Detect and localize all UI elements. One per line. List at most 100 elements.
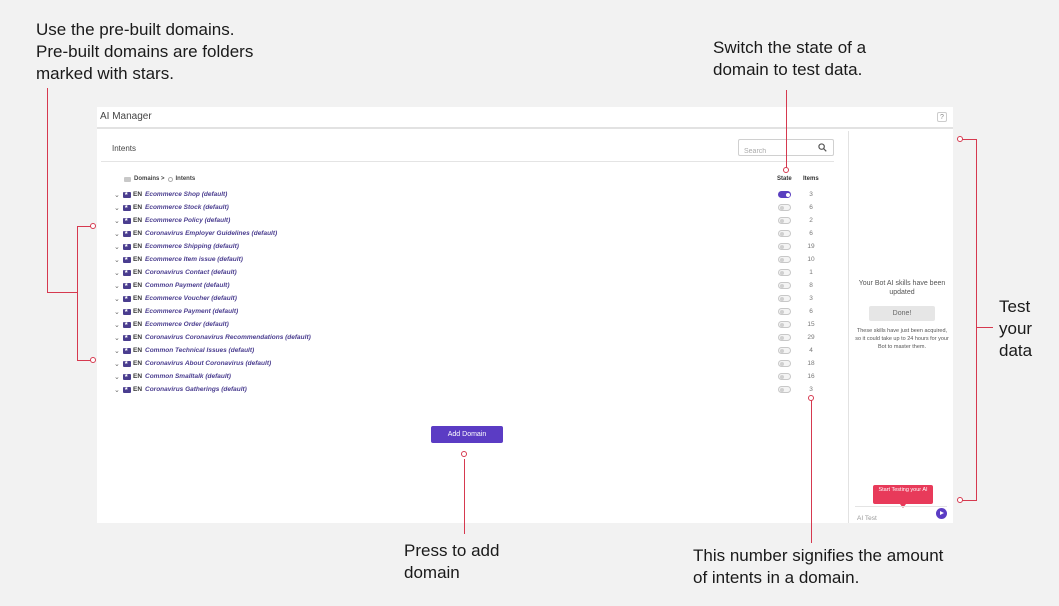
items-count: 6 [809,230,813,237]
state-toggle[interactable] [778,308,791,315]
search-input[interactable] [739,144,809,159]
chevron-down-icon[interactable]: ⌄ [114,257,120,264]
domain-row[interactable]: ⌄ ENCommon Payment (default) 8 [97,281,848,294]
domain-row[interactable]: ⌄ ENCoronavirus Coronavirus Recommendatio… [97,333,848,346]
items-count: 3 [809,386,813,393]
domain-row[interactable]: ⌄ ENEcommerce Order (default) 15 [97,320,848,333]
annotation-items-count: This number signifies the amount of inte… [693,546,944,587]
domain-row[interactable]: ⌄ ENCoronavirus About Coronavirus (defaul… [97,359,848,372]
domain-name[interactable]: Ecommerce Order (default) [145,321,229,328]
domain-language: EN [133,295,143,302]
state-toggle[interactable] [778,204,791,211]
state-toggle[interactable] [778,191,791,198]
chevron-down-icon[interactable]: ⌄ [114,374,120,381]
breadcrumb-intents[interactable]: Intents [176,176,196,182]
domain-row[interactable]: ⌄ ENEcommerce Item issue (default) 10 [97,255,848,268]
domain-name[interactable]: Common Smalltalk (default) [145,373,231,380]
done-button[interactable]: Done! [869,306,935,321]
annotation-test-data: Test your data [999,297,1033,360]
leader-line [47,88,48,293]
help-icon[interactable]: ? [937,112,947,122]
chevron-down-icon[interactable]: ⌄ [114,270,120,277]
domain-name[interactable]: Ecommerce Shop (default) [145,191,227,198]
breadcrumb-domains[interactable]: Domains > [134,176,165,182]
domain-name[interactable]: Ecommerce Policy (default) [145,217,230,224]
domain-row[interactable]: ⌄ ENEcommerce Shop (default) 3 [97,190,848,203]
star-folder-icon [123,346,131,354]
leader-dot [957,497,963,503]
column-header-state: State [777,176,792,182]
domain-name[interactable]: Common Technical Issues (default) [145,347,254,354]
domain-row[interactable]: ⌄ ENEcommerce Stock (default) 6 [97,203,848,216]
domain-row[interactable]: ⌄ ENCoronavirus Contact (default) 1 [97,268,848,281]
ai-test-input[interactable] [855,512,927,525]
domain-name[interactable]: Ecommerce Shipping (default) [145,243,239,250]
items-count: 6 [809,308,813,315]
ai-test-box [855,506,947,525]
state-toggle[interactable] [778,269,791,276]
column-header-items: Items [803,176,819,182]
state-toggle[interactable] [778,347,791,354]
domain-name[interactable]: Coronavirus About Coronavirus (default) [145,360,271,367]
chevron-down-icon[interactable]: ⌄ [114,309,120,316]
domain-row[interactable]: ⌄ ENCoronavirus Gatherings (default) 3 [97,385,848,398]
chevron-down-icon[interactable]: ⌄ [114,348,120,355]
domain-name[interactable]: Coronavirus Employer Guidelines (default… [145,230,277,237]
items-count: 1 [809,269,813,276]
domain-name[interactable]: Coronavirus Gatherings (default) [145,386,247,393]
items-count: 4 [809,347,813,354]
add-domain-button[interactable]: Add Domain [431,426,503,443]
domain-language: EN [133,217,143,224]
state-toggle[interactable] [778,256,791,263]
domain-name[interactable]: Ecommerce Payment (default) [145,308,238,315]
chevron-down-icon[interactable]: ⌄ [114,361,120,368]
state-toggle[interactable] [778,230,791,237]
leader-dot [90,223,96,229]
chevron-down-icon[interactable]: ⌄ [114,322,120,329]
domain-name[interactable]: Coronavirus Contact (default) [145,269,237,276]
domain-row[interactable]: ⌄ ENEcommerce Payment (default) 6 [97,307,848,320]
domain-row[interactable]: ⌄ ENEcommerce Policy (default) 2 [97,216,848,229]
domain-row[interactable]: ⌄ ENCommon Smalltalk (default) 16 [97,372,848,385]
state-toggle[interactable] [778,386,791,393]
domain-language: EN [133,308,143,315]
annotation-prebuilt: Use the pre-built domains. Pre-built dom… [36,20,254,83]
state-toggle[interactable] [778,282,791,289]
chevron-down-icon[interactable]: ⌄ [114,244,120,251]
domain-name[interactable]: Ecommerce Voucher (default) [145,295,237,302]
state-toggle[interactable] [778,243,791,250]
domain-language: EN [133,191,143,198]
items-count: 18 [807,360,815,367]
leader-line [77,226,91,227]
state-toggle[interactable] [778,295,791,302]
leader-line [786,90,787,168]
domain-row[interactable]: ⌄ ENCoronavirus Employer Guidelines (defa… [97,229,848,242]
domain-name[interactable]: Ecommerce Stock (default) [145,204,229,211]
domain-name[interactable]: Coronavirus Coronavirus Recommendations … [145,334,311,341]
chevron-down-icon[interactable]: ⌄ [114,335,120,342]
chevron-down-icon[interactable]: ⌄ [114,205,120,212]
domain-language: EN [133,204,143,211]
chevron-down-icon[interactable]: ⌄ [114,387,120,394]
chevron-down-icon[interactable]: ⌄ [114,283,120,290]
domain-name[interactable]: Ecommerce Item issue (default) [145,256,243,263]
items-count: 16 [807,373,815,380]
search-icon[interactable] [818,143,827,152]
state-toggle[interactable] [778,373,791,380]
leader-line [962,139,976,140]
domain-row[interactable]: ⌄ ENEcommerce Voucher (default) 3 [97,294,848,307]
chevron-down-icon[interactable]: ⌄ [114,231,120,238]
domain-row[interactable]: ⌄ ENCommon Technical Issues (default) 4 [97,346,848,359]
domain-language: EN [133,386,143,393]
state-toggle[interactable] [778,360,791,367]
domain-row[interactable]: ⌄ ENEcommerce Shipping (default) 19 [97,242,848,255]
leader-line [77,360,91,361]
send-icon[interactable] [936,508,947,519]
state-toggle[interactable] [778,217,791,224]
state-toggle[interactable] [778,334,791,341]
domain-name[interactable]: Common Payment (default) [145,282,230,289]
chevron-down-icon[interactable]: ⌄ [114,296,120,303]
chevron-down-icon[interactable]: ⌄ [114,192,120,199]
chevron-down-icon[interactable]: ⌄ [114,218,120,225]
state-toggle[interactable] [778,321,791,328]
